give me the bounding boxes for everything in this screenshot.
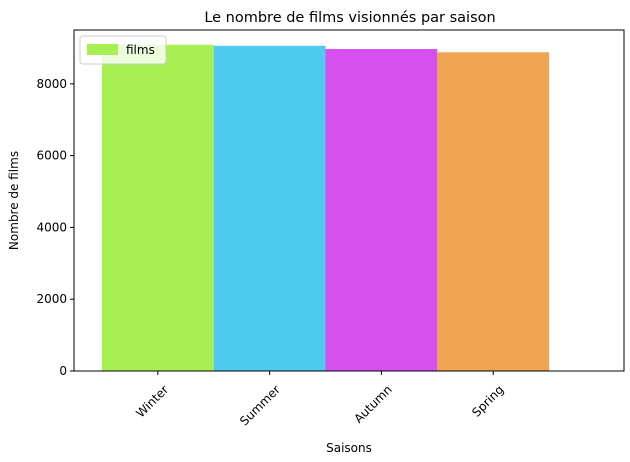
y-tick-label: 8000 — [36, 77, 67, 91]
x-tick-label-spring: Spring — [469, 382, 506, 419]
bar-chart: Le nombre de films visionnés par saison … — [7, 10, 625, 455]
bar-autumn — [325, 49, 438, 372]
bar-spring — [437, 52, 550, 371]
chart-title: Le nombre de films visionnés par saison — [204, 10, 495, 26]
bar-summer — [213, 45, 326, 371]
legend-swatch — [87, 44, 118, 55]
y-axis: 0 2000 4000 6000 8000 — [36, 77, 74, 378]
legend-label: films — [126, 43, 155, 57]
y-axis-label: Nombre de films — [7, 151, 21, 250]
y-tick-label: 0 — [59, 364, 67, 378]
y-tick-label: 6000 — [36, 149, 67, 163]
x-tick-label-autumn: Autumn — [351, 382, 394, 425]
y-tick-label: 4000 — [36, 220, 67, 234]
x-axis: Winter Summer Autumn Spring — [133, 371, 507, 428]
x-tick-label-winter: Winter — [133, 382, 171, 420]
x-tick-label-summer: Summer — [237, 382, 283, 428]
bar-winter — [101, 44, 214, 371]
bars-group — [101, 44, 550, 372]
legend: films — [79, 35, 167, 65]
y-tick-label: 2000 — [36, 292, 67, 306]
x-axis-label: Saisons — [326, 441, 372, 455]
